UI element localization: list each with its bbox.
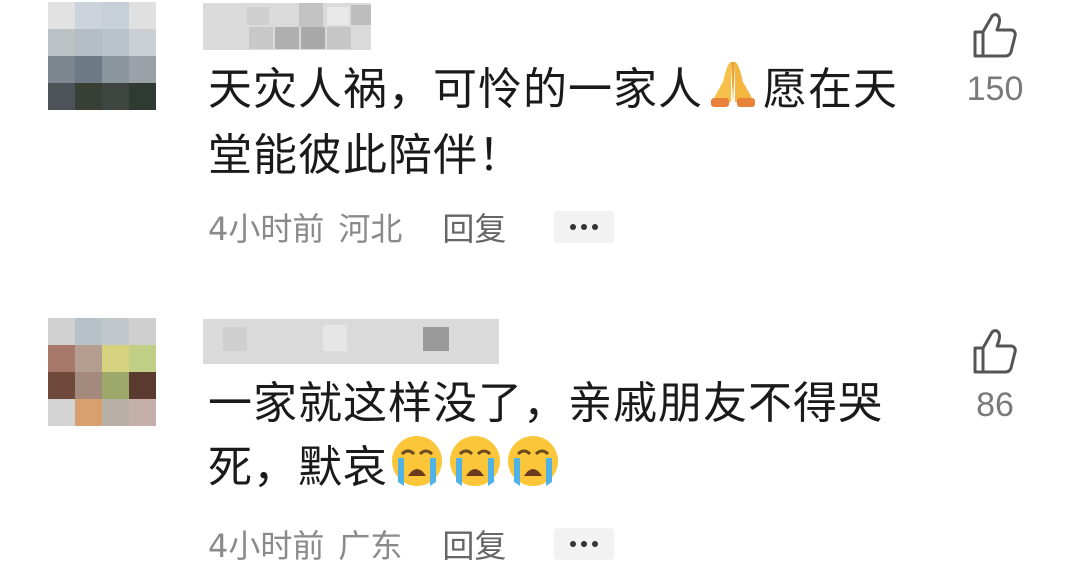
avatar-pixel [102, 318, 129, 345]
folded-hands-icon [705, 58, 761, 126]
avatar-pixel [102, 29, 129, 56]
avatar-pixel [75, 318, 102, 345]
avatar-pixel [102, 345, 129, 372]
avatar-pixel [129, 399, 156, 426]
ellipsis-icon [581, 224, 588, 230]
ellipsis-icon [592, 541, 599, 547]
avatar-pixel [75, 2, 102, 29]
avatar-pixel [129, 318, 156, 345]
ellipsis-icon [570, 541, 577, 547]
avatar-pixel [75, 29, 102, 56]
avatar-pixel [48, 83, 75, 110]
like-button[interactable]: 86 [955, 328, 1035, 425]
avatar-pixel [75, 372, 102, 399]
ellipsis-icon [570, 224, 577, 230]
avatar-pixel [129, 372, 156, 399]
avatar-pixel [48, 56, 75, 83]
avatar-pixel [75, 56, 102, 83]
comment-time: 4小时前 [208, 210, 325, 248]
avatar-pixel [129, 83, 156, 110]
avatar-pixel [48, 29, 75, 56]
avatar-pixel [75, 345, 102, 372]
thumbs-up-icon [973, 13, 1017, 58]
loudly-crying-face-icon [506, 434, 560, 504]
avatar-pixel [48, 318, 75, 345]
avatar-pixel [129, 345, 156, 372]
comment-meta: 4小时前 河北 回复 [208, 203, 615, 251]
comment-item: 天灾人祸，可怜的一家人 愿在天堂能彼此陪伴！ 4小时前 河北 回复 150 [0, 0, 1069, 290]
ellipsis-icon [581, 541, 588, 547]
comment-location: 河北 [338, 210, 403, 248]
more-options-button[interactable] [554, 528, 615, 560]
avatar-pixel [102, 2, 129, 29]
loudly-crying-face-icon [390, 434, 444, 504]
comment-location: 广东 [338, 527, 403, 565]
avatar-pixel [48, 399, 75, 426]
avatar-pixel [129, 2, 156, 29]
avatar-pixel [48, 345, 75, 372]
comment-text: 一家就这样没了，亲戚朋友不得哭死，默哀 [208, 374, 908, 504]
thumbs-up-icon [973, 329, 1017, 374]
avatar[interactable] [48, 318, 156, 426]
comment-item: 一家就这样没了，亲戚朋友不得哭死，默哀 4小时前 广东 回复 86 [0, 316, 1069, 577]
avatar[interactable] [48, 2, 156, 110]
avatar-pixel [102, 83, 129, 110]
avatar-pixel [75, 83, 102, 110]
avatar-pixel [75, 399, 102, 426]
loudly-crying-face-icon [448, 434, 502, 504]
comment-time: 4小时前 [208, 527, 325, 565]
avatar-pixel [48, 2, 75, 29]
more-options-button[interactable] [554, 211, 615, 243]
avatar-pixel [129, 56, 156, 83]
comment-meta: 4小时前 广东 回复 [208, 520, 615, 568]
username-pixelated[interactable] [203, 319, 499, 364]
comment-text-part-1: 天灾人祸，可怜的一家人 [208, 64, 703, 115]
like-count: 150 [966, 70, 1024, 108]
avatar-pixel [102, 372, 129, 399]
avatar-pixel [102, 399, 129, 426]
like-count: 86 [976, 386, 1014, 424]
reply-button[interactable]: 回复 [442, 521, 506, 567]
username-pixelated[interactable] [203, 3, 371, 50]
avatar-pixel [129, 29, 156, 56]
avatar-pixel [102, 56, 129, 83]
reply-button[interactable]: 回复 [442, 204, 506, 250]
like-button[interactable]: 150 [955, 12, 1035, 109]
avatar-pixel [48, 372, 75, 399]
ellipsis-icon [592, 224, 599, 230]
comment-text: 天灾人祸，可怜的一家人 愿在天堂能彼此陪伴！ [208, 58, 908, 186]
